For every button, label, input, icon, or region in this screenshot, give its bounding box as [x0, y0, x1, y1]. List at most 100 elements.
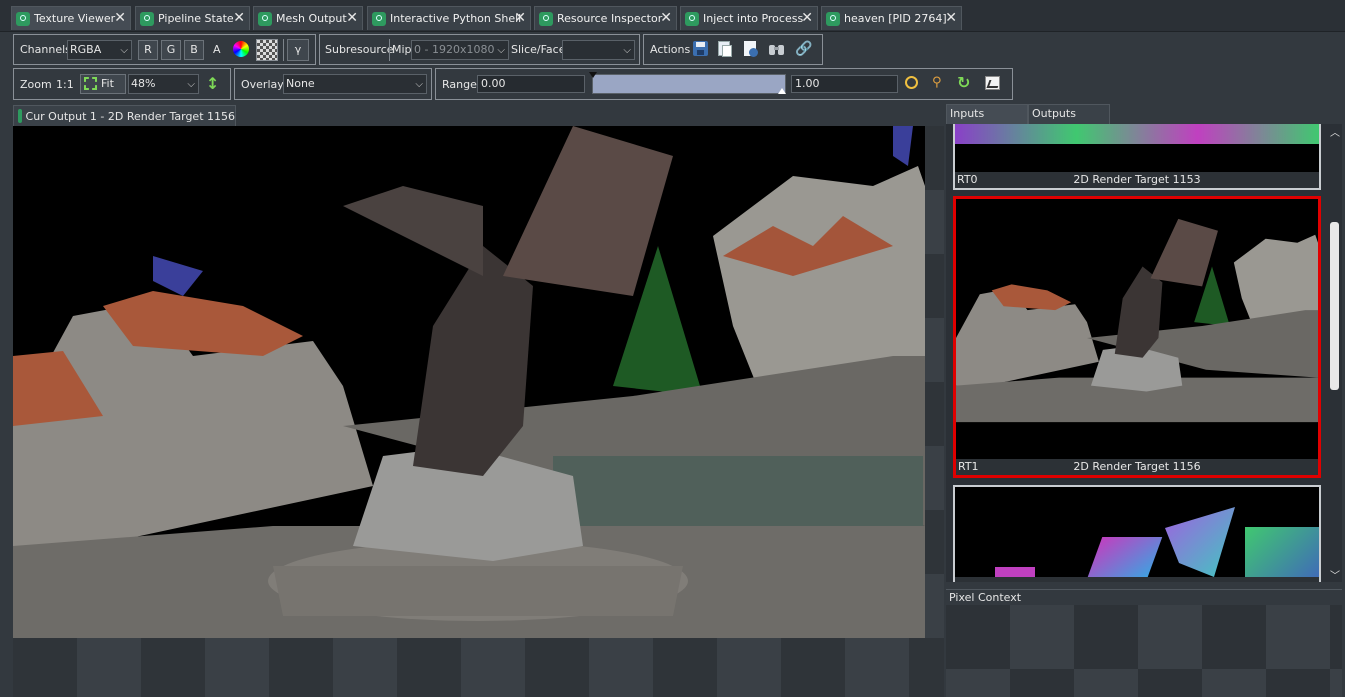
red-channel-toggle[interactable]: R	[138, 40, 158, 60]
channels-group: Channels RGBA ⌵ R G B A γ	[13, 34, 316, 65]
tab-outputs[interactable]: Outputs	[1028, 104, 1110, 124]
thumbnail-list: 2D Render Target 1153 RT0 2D Render Targ…	[946, 124, 1327, 582]
channels-label: Channels	[20, 43, 71, 56]
separator	[389, 39, 390, 61]
flip-y-icon[interactable]: ↕	[206, 74, 219, 94]
tab-current-output[interactable]: Cur Output 1 - 2D Render Target 1156	[13, 105, 236, 126]
close-icon[interactable]: ✕	[660, 10, 672, 26]
tab-label: Texture Viewer	[34, 12, 116, 25]
tab-pipeline-state[interactable]: Pipeline State ✕	[135, 6, 250, 30]
document-tab-bar: Texture Viewer ✕ Pipeline State ✕ Mesh O…	[0, 0, 1345, 32]
link-icon[interactable]: 🔗	[795, 41, 812, 57]
close-icon[interactable]: ✕	[801, 10, 813, 26]
range-max-handle[interactable]	[778, 88, 786, 94]
thumbnail-scrollbar[interactable]: ︿ ﹀	[1327, 124, 1342, 582]
chevron-down-icon: ⌵	[120, 45, 128, 56]
range-group: Range 0.00 1.00 ⚲ ↻	[435, 68, 1013, 100]
thumbnail-rt1[interactable]: 2D Render Target 1156 RT1	[953, 196, 1321, 478]
save-icon[interactable]	[693, 41, 708, 56]
close-icon[interactable]: ✕	[514, 10, 526, 26]
close-icon[interactable]: ✕	[945, 10, 957, 26]
tab-inputs[interactable]: Inputs	[946, 104, 1028, 124]
open-resource-icon[interactable]	[744, 41, 758, 57]
slice-face-label: Slice/Face	[511, 43, 566, 56]
close-icon[interactable]: ✕	[346, 10, 358, 26]
alpha-channel-toggle[interactable]: A	[213, 43, 221, 56]
tab-label: heaven [PID 2764]	[844, 12, 947, 25]
close-icon[interactable]: ✕	[114, 10, 126, 26]
renderdoc-icon	[16, 11, 30, 26]
range-max-input[interactable]: 1.00	[791, 75, 898, 93]
chevron-down-icon: ⌵	[415, 79, 423, 90]
reset-range-icon[interactable]: ↻	[957, 74, 975, 92]
chevron-down-icon[interactable]: ﹀	[1330, 567, 1340, 582]
separator	[283, 39, 284, 61]
tab-interactive-python-shell[interactable]: Interactive Python Shell ✕	[367, 6, 531, 30]
tab-resource-inspector[interactable]: Resource Inspector ✕	[534, 6, 677, 30]
thumbnail-rt2[interactable]	[953, 485, 1321, 582]
texture-preview	[13, 126, 925, 638]
renderdoc-icon	[258, 11, 272, 26]
mip-select[interactable]: 0 - 1920x1080 ⌵	[411, 40, 509, 60]
channels-value: RGBA	[70, 43, 102, 56]
binoculars-icon[interactable]	[769, 41, 785, 56]
renderdoc-icon	[140, 11, 154, 26]
range-label: Range	[442, 78, 477, 91]
histogram-icon[interactable]	[985, 76, 1001, 90]
close-icon[interactable]: ✕	[233, 10, 245, 26]
thumbnail-image	[955, 124, 1319, 144]
slice-face-select[interactable]: ⌵	[562, 40, 635, 60]
tab-label: Pipeline State	[158, 12, 234, 25]
actions-label: Actions	[650, 43, 691, 56]
thumbnail-name: 2D Render Target 1156	[1073, 460, 1201, 473]
pixel-context-view[interactable]	[946, 605, 1342, 697]
auto-fit-wand-icon[interactable]: ⚲	[932, 75, 948, 91]
tab-capture-heaven[interactable]: heaven [PID 2764] ✕	[821, 6, 962, 30]
renderdoc-icon	[372, 11, 386, 26]
overlay-select[interactable]: None ⌵	[283, 74, 427, 94]
gamma-toggle[interactable]: γ	[287, 39, 309, 61]
tab-label: Resource Inspector	[557, 12, 663, 25]
zoom-value: 48%	[131, 77, 156, 90]
texture-viewport[interactable]	[13, 126, 944, 697]
chevron-down-icon: ⌵	[623, 45, 631, 56]
checkerboard-icon[interactable]	[256, 39, 278, 61]
fit-label: Fit	[101, 77, 114, 90]
renderdoc-icon	[826, 11, 840, 26]
color-wheel-icon[interactable]	[233, 41, 249, 57]
actions-group: Actions 🔗	[643, 34, 823, 65]
renderdoc-icon	[685, 11, 699, 26]
thumbnail-image	[955, 487, 1319, 582]
zoom-select[interactable]: 48% ⌵	[128, 74, 199, 94]
green-channel-toggle[interactable]: G	[161, 40, 181, 60]
thumbnail-rt0[interactable]: 2D Render Target 1153 RT0	[953, 124, 1321, 190]
chevron-down-icon: ⌵	[497, 45, 505, 56]
overlay-label: Overlay	[241, 78, 284, 91]
tab-label: Interactive Python Shell	[390, 12, 522, 25]
channels-select[interactable]: RGBA ⌵	[67, 40, 132, 60]
tab-texture-viewer[interactable]: Texture Viewer ✕	[11, 6, 131, 30]
chevron-down-icon: ⌵	[187, 79, 195, 90]
thumbnail-caption: 2D Render Target 1156 RT1	[956, 459, 1318, 475]
renderdoc-icon	[539, 11, 553, 26]
copy-icon[interactable]	[718, 41, 732, 57]
zoom-group: Zoom 1:1 Fit 48% ⌵ ↕	[13, 68, 231, 100]
thumbnail-name: 2D Render Target 1153	[1073, 173, 1201, 186]
range-histogram-slider[interactable]	[592, 74, 786, 94]
tab-label: Inject into Process	[703, 12, 804, 25]
zoom-1-to-1-button[interactable]: 1:1	[56, 78, 74, 91]
zoom-range-icon[interactable]	[905, 76, 918, 89]
blue-channel-toggle[interactable]: B	[184, 40, 204, 60]
render-target-image	[13, 126, 925, 638]
tab-mesh-output[interactable]: Mesh Output ✕	[253, 6, 363, 30]
subresource-label: Subresource	[325, 43, 394, 56]
fit-icon	[84, 77, 97, 90]
thumbnail-image	[956, 199, 1318, 462]
scrollbar-thumb[interactable]	[1330, 222, 1339, 390]
range-min-input[interactable]: 0.00	[477, 75, 585, 93]
range-min-handle[interactable]	[589, 72, 597, 78]
chevron-up-icon[interactable]: ︿	[1330, 124, 1340, 139]
mip-label: Mip	[392, 43, 412, 56]
zoom-fit-button[interactable]: Fit	[80, 74, 126, 94]
tab-inject-into-process[interactable]: Inject into Process ✕	[680, 6, 818, 30]
